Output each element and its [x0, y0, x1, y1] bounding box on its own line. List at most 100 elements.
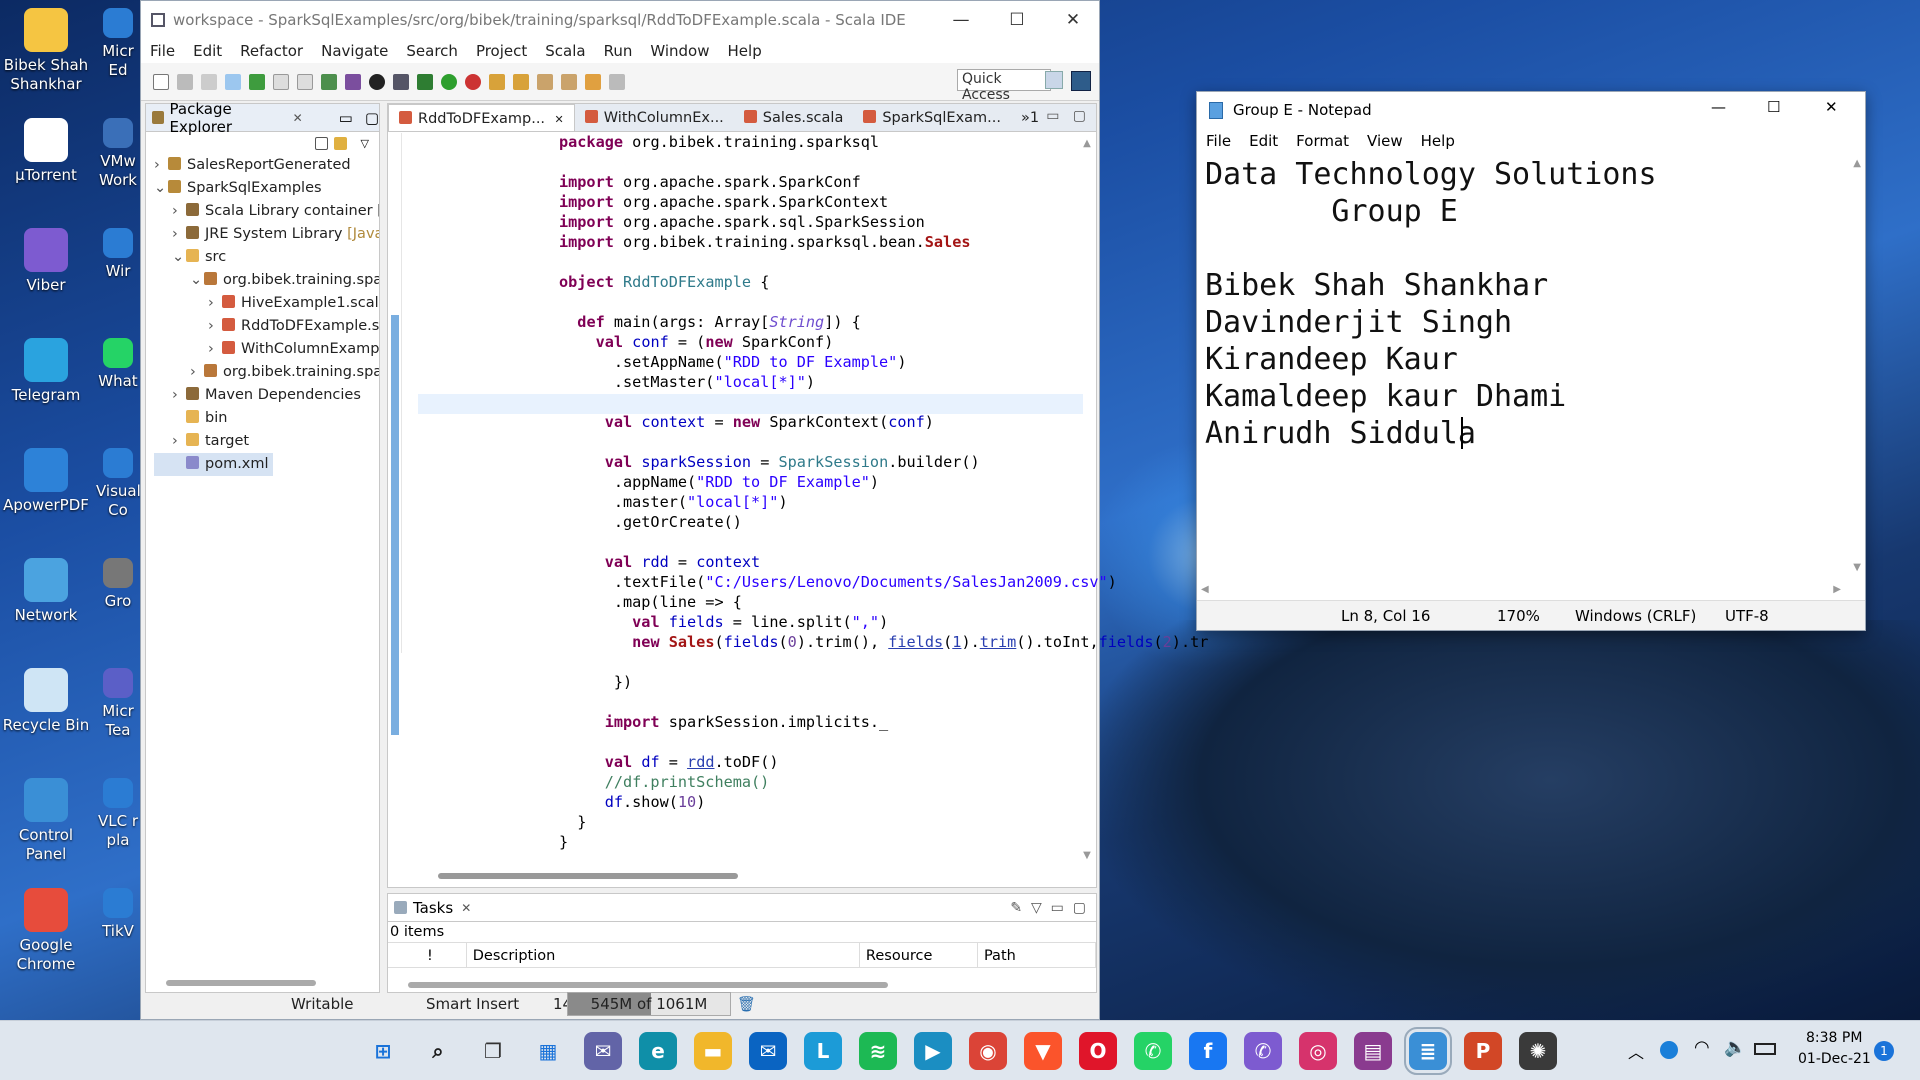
- save-all-icon[interactable]: [201, 73, 217, 90]
- notepad-hscroll[interactable]: ◀ ▶: [1201, 584, 1841, 595]
- menu-item-run[interactable]: Run: [595, 42, 642, 60]
- chat-icon[interactable]: ✉: [584, 1032, 622, 1070]
- tasks-column-header[interactable]: Path: [978, 943, 1097, 967]
- viber-icon[interactable]: ✆: [1244, 1032, 1282, 1070]
- run-ext-icon[interactable]: [465, 73, 481, 90]
- close-button[interactable]: ✕: [1045, 1, 1101, 39]
- notification-badge[interactable]: 1: [1874, 1041, 1894, 1061]
- tasks-column-header[interactable]: Description: [467, 943, 860, 967]
- maximize-button[interactable]: ☐: [1767, 98, 1780, 116]
- close-icon[interactable]: ✕: [551, 113, 564, 126]
- volume-icon[interactable]: 🔈: [1724, 1037, 1746, 1058]
- editor-tab[interactable]: WithColumnEx...: [575, 104, 734, 131]
- tree-arrow-icon[interactable]: ›: [172, 430, 186, 453]
- menu-item-format[interactable]: Format: [1287, 132, 1358, 150]
- tree-arrow-icon[interactable]: ›: [172, 200, 186, 223]
- link-icon[interactable]: [225, 73, 241, 90]
- minimize-panel-icon[interactable]: ▭: [339, 109, 353, 127]
- menu-item-project[interactable]: Project: [467, 42, 536, 60]
- search-icon[interactable]: ⌕: [419, 1032, 457, 1070]
- tree-item[interactable]: bin: [154, 407, 379, 430]
- editor-tab[interactable]: SparkSqlExam...: [853, 104, 1011, 131]
- menu-item-window[interactable]: Window: [641, 42, 718, 60]
- battery-icon[interactable]: [1754, 1043, 1776, 1055]
- instagram-icon[interactable]: ◎: [1299, 1032, 1337, 1070]
- tree-item[interactable]: › HiveExample1.scala: [154, 292, 379, 315]
- l-app-icon[interactable]: L: [804, 1032, 842, 1070]
- list-icon[interactable]: [249, 73, 265, 90]
- whatsapp-icon[interactable]: ✆: [1134, 1032, 1172, 1070]
- tree-item[interactable]: › RddToDFExample.sc: [154, 315, 379, 338]
- editor-tab[interactable]: Sales.scala: [734, 104, 854, 131]
- tasks-hscroll[interactable]: [408, 982, 888, 988]
- link-editor-icon[interactable]: [333, 136, 347, 150]
- notepad-vscroll-down[interactable]: ▼: [1853, 562, 1861, 573]
- quick-access-field[interactable]: Quick Access: [957, 69, 1051, 103]
- tree-arrow-icon[interactable]: ⌄: [154, 177, 168, 200]
- scala-perspective-icon[interactable]: [1071, 71, 1091, 91]
- prime-video-icon[interactable]: ▶: [914, 1032, 952, 1070]
- start-icon[interactable]: ⊞: [364, 1032, 402, 1070]
- desktop-icon[interactable]: Wir: [96, 228, 140, 281]
- desktop-icon[interactable]: Telegram: [0, 338, 92, 405]
- close-button[interactable]: ✕: [1825, 98, 1838, 116]
- chrome-icon[interactable]: ◉: [969, 1032, 1007, 1070]
- minimize-button[interactable]: —: [1711, 98, 1726, 116]
- tray-chevron-icon[interactable]: ︿: [1628, 1039, 1644, 1063]
- tree-item[interactable]: › WithColumnExampl: [154, 338, 379, 361]
- maximize-button[interactable]: ☐: [989, 1, 1045, 39]
- explorer-hscroll[interactable]: [166, 980, 316, 986]
- skip-icon[interactable]: [393, 73, 409, 90]
- spotify-icon[interactable]: ≋: [859, 1032, 897, 1070]
- search-icon[interactable]: [513, 73, 529, 90]
- open-type-icon[interactable]: [489, 73, 505, 90]
- tree-item[interactable]: › JRE System Library [JavaS: [154, 223, 379, 246]
- desktop-icon[interactable]: ApowerPDF: [0, 448, 92, 515]
- open-perspective-icon[interactable]: [1045, 71, 1063, 89]
- mail-icon[interactable]: ✉: [749, 1032, 787, 1070]
- tray-app-icon[interactable]: [1660, 1041, 1678, 1059]
- desktop-icon[interactable]: Control Panel: [0, 778, 92, 864]
- desktop-icon[interactable]: Viber: [0, 228, 92, 295]
- desktop-icon[interactable]: Gro: [96, 558, 140, 611]
- menu-item-help[interactable]: Help: [1412, 132, 1464, 150]
- edit-icon[interactable]: [273, 73, 289, 90]
- editor-hscroll[interactable]: [438, 873, 738, 879]
- tree-item[interactable]: › Scala Library container [ 2: [154, 200, 379, 223]
- desktop-icon[interactable]: VMw Work: [96, 118, 140, 190]
- tree-arrow-icon[interactable]: ›: [208, 338, 222, 361]
- menu-item-file[interactable]: File: [1197, 132, 1240, 150]
- clock-date[interactable]: 01-Dec-21: [1798, 1051, 1871, 1067]
- record-icon[interactable]: [369, 73, 385, 90]
- menu-item-view[interactable]: View: [1358, 132, 1412, 150]
- menu-item-search[interactable]: Search: [397, 42, 467, 60]
- tree-arrow-icon[interactable]: ⌄: [172, 246, 186, 269]
- next-annotation-icon[interactable]: [537, 73, 553, 90]
- scala-icon[interactable]: [321, 73, 337, 90]
- eclipse-icon[interactable]: ✺: [1519, 1032, 1557, 1070]
- tree-item[interactable]: › org.bibek.training.sparl: [154, 361, 379, 384]
- tree-arrow-icon[interactable]: ›: [190, 361, 204, 384]
- tree-arrow-icon[interactable]: ›: [208, 315, 222, 338]
- opera-icon[interactable]: O: [1079, 1032, 1117, 1070]
- editor-tab[interactable]: RddToDFExamp... ✕: [388, 104, 575, 131]
- menu-item-edit[interactable]: Edit: [1240, 132, 1287, 150]
- tree-arrow-icon[interactable]: ›: [172, 384, 186, 407]
- widgets-icon[interactable]: ▦: [529, 1032, 567, 1070]
- tree-arrow-icon[interactable]: ›: [172, 223, 186, 246]
- tree-arrow-icon[interactable]: ⌄: [190, 269, 204, 292]
- explorer-icon[interactable]: ▬: [694, 1032, 732, 1070]
- maximize-panel-icon[interactable]: ▢: [365, 109, 379, 127]
- debug-icon[interactable]: [417, 73, 433, 90]
- desktop-icon[interactable]: Bibek Shah Shankhar: [0, 8, 92, 94]
- tree-item[interactable]: pom.xml: [154, 453, 273, 476]
- minimize-button[interactable]: —: [933, 1, 989, 39]
- menu-item-help[interactable]: Help: [719, 42, 771, 60]
- edge-icon[interactable]: e: [639, 1032, 677, 1070]
- close-icon[interactable]: ✕: [293, 111, 303, 125]
- tasks-tab[interactable]: Tasks ✕ ✎ ▽ ▭ ▢: [388, 894, 1096, 922]
- menu-item-file[interactable]: File: [141, 42, 184, 60]
- tab-overflow[interactable]: »1: [1011, 104, 1049, 131]
- new-icon[interactable]: [153, 73, 169, 90]
- wifi-icon[interactable]: ◠: [1694, 1037, 1710, 1058]
